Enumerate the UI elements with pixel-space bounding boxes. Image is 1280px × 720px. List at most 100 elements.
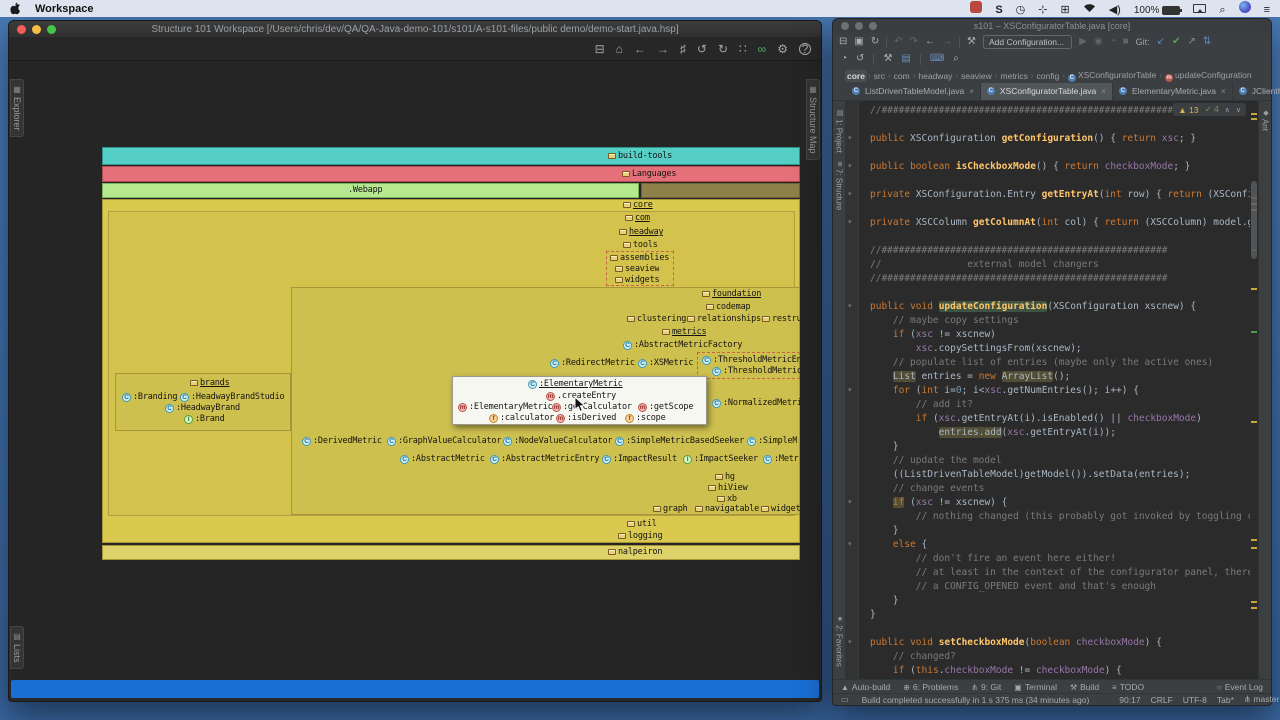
breadcrumb-updateconfiguration[interactable]: mupdateConfiguration [1163,69,1254,83]
status-item[interactable]: CRLF [1151,695,1173,705]
tool-window-button-event-log[interactable]: ○Event Log [1217,682,1263,692]
breadcrumb-headway[interactable]: headway [916,70,954,82]
back-icon[interactable]: ← [634,43,646,55]
volume-icon[interactable]: ◀) [1109,3,1121,16]
tab-xsconfiguratortable-java[interactable]: CXSConfiguratorTable.java× [981,83,1113,100]
tab-elementarymetric-java[interactable]: CElementaryMetric.java× [1113,83,1233,100]
tool-window-button-ant[interactable]: ◆Ant [1261,109,1270,131]
breadcrumb-config[interactable]: config [1035,70,1062,82]
run-configuration-select[interactable]: Add Configuration... [983,35,1072,49]
next-problem-icon[interactable]: ∨ [1236,106,1241,114]
rotate-left-icon[interactable]: ↺ [697,43,707,55]
structure101-titlebar[interactable]: Structure 101 Workspace [/Users/chris/de… [9,21,821,37]
tool-window-button-todo[interactable]: ≡TODO [1112,682,1144,692]
git-branch-widget[interactable]: ⋔ master [1244,694,1279,705]
prev-problem-icon[interactable]: ∧ [1225,106,1230,114]
editor-scrollbar[interactable] [1250,101,1258,681]
status-item[interactable]: UTF-8 [1183,695,1207,705]
status-item[interactable]: Tab* [1217,695,1234,705]
back-icon[interactable]: ← [925,37,935,47]
build-status-message[interactable]: Build completed successfully in 1 s 375 … [862,695,1090,705]
search-icon[interactable]: ⌕ [953,54,959,64]
link-icon[interactable]: ∞ [758,43,767,55]
stop-icon[interactable]: ■ [1123,37,1129,47]
breadcrumb-seaview[interactable]: seaview [959,70,994,82]
tool-window-button-9-git[interactable]: ⋔9: Git [971,682,1001,692]
tool-window-button-1-project[interactable]: ▤1: Project [835,109,844,153]
breadcrumb-xsconfiguratortable[interactable]: CXSConfiguratorTable [1066,69,1158,83]
close-tab-icon[interactable]: × [969,87,974,96]
siri-icon[interactable] [1239,1,1251,13]
spotlight-icon[interactable]: ⌕ [1219,4,1225,17]
lists-tab[interactable]: ▤ Lists [10,626,24,669]
breadcrumb-com[interactable]: com [892,70,912,82]
battery-indicator[interactable]: 100% [1134,5,1181,16]
scrollbar-thumb[interactable] [1251,181,1257,259]
clock-icon[interactable]: ◷ [1016,3,1026,16]
refresh-icon[interactable]: ↻ [718,43,728,55]
terminal-icon[interactable]: ⌨ [930,54,944,64]
sync-icon[interactable]: ↻ [871,37,879,47]
desktop-icon[interactable]: ⊞ [1060,3,1069,16]
check-icon: ✓ [1205,104,1212,114]
git-commit-icon[interactable]: ✔ [1172,37,1180,47]
build-icon[interactable]: ⚒ [967,37,976,47]
screen-recording-icon[interactable] [970,1,982,13]
class-icon: C [1119,87,1127,95]
window-manager-icon[interactable]: ⊹ [1038,3,1047,16]
s-app-icon[interactable]: S [995,4,1002,16]
breadcrumb-metrics[interactable]: metrics [998,70,1029,82]
intellij-titlebar[interactable]: s101 – XSConfiguratorTable.java [core] [833,19,1271,33]
code-line: public XSConfiguration getConfiguration(… [846,132,1250,146]
scatter-icon[interactable]: ∷ [739,43,747,55]
tool-window-button-auto-build[interactable]: ▲Auto-build [841,682,890,692]
settings-icon[interactable]: ⚙ [777,43,788,55]
structure-map-canvas[interactable]: ▦ Explorer ▦ Structure Map ▤ Lists [10,61,820,679]
redo-icon[interactable]: ↷ [910,37,918,47]
tool-window-button-build[interactable]: ⚒Build [1070,682,1099,692]
status-item[interactable]: 90:17 [1119,695,1140,705]
tool-window-button-2-favorites[interactable]: ★2: Favorites [835,615,844,667]
home-icon[interactable]: ⌂ [616,43,623,55]
wifi-icon[interactable] [1083,3,1096,13]
coverage-icon[interactable]: ◔ [1110,37,1116,47]
git-push-icon[interactable]: ↗ [1187,37,1195,47]
code-editor[interactable]: ▾▾▾▾▾▾▾▾▾ //############################… [846,101,1258,681]
notification-center-icon[interactable]: ≡ [1264,4,1270,16]
open-icon[interactable]: ⊟ [839,37,847,47]
tab-listdriventablemodel-java[interactable]: CListDrivenTableModel.java× [846,83,981,100]
git-update-icon[interactable]: ↙ [1157,37,1165,47]
editor-tab-bar: CListDrivenTableModel.java×CXSConfigurat… [833,84,1271,101]
airplay-icon[interactable] [1193,4,1206,13]
breadcrumb-core[interactable]: core [845,70,867,82]
project-folder-icon[interactable]: ▤ [901,54,910,64]
explorer-tab[interactable]: ▦ Explorer [10,79,24,137]
inspections-widget[interactable]: ▲ 13 ✓ 4 ∧ ∨ [1173,103,1246,116]
apple-menu-icon[interactable] [10,2,21,15]
help-icon[interactable]: ? [799,43,811,55]
tool-window-button-terminal[interactable]: ▣Terminal [1014,682,1057,692]
debug-icon[interactable]: ◉ [1094,37,1103,47]
open-icon[interactable]: ⊟ [595,43,605,55]
tab-jclienthelp[interactable]: CJClientHelp⌄ [1233,83,1280,100]
tool-window-button-6-problems[interactable]: ⊕6: Problems [903,682,958,692]
undo-icon[interactable]: ↶ [894,37,902,47]
structure101-progress-bar [11,680,819,698]
save-all-icon[interactable]: ▣ [854,37,863,47]
tool-window-button-7-structure[interactable]: ≣7: Structure [835,161,844,210]
active-app-name[interactable]: Workspace [35,3,94,15]
code-line: for (int i=0; i<xsc.getNumEntries(); i++… [846,384,1250,398]
structure-map-tab[interactable]: ▦ Structure Map [806,79,820,160]
close-tab-icon[interactable]: × [1101,87,1106,96]
close-tab-icon[interactable]: × [1221,87,1226,96]
rollback-icon[interactable]: ↺ [856,54,864,64]
git-shelve-icon[interactable]: ⇅ [1203,37,1211,47]
levels-icon[interactable]: ♯ [680,43,686,55]
intellij-window-title: s101 – XSConfiguratorTable.java [core] [833,21,1271,31]
recent-icon[interactable]: ◔ [841,54,847,64]
breadcrumb-src[interactable]: src [872,70,887,82]
wrench-icon[interactable]: ⚒ [883,54,892,64]
run-icon[interactable]: ▶ [1079,37,1087,47]
forward-icon[interactable]: → [657,43,669,55]
forward-icon[interactable]: → [942,37,952,47]
